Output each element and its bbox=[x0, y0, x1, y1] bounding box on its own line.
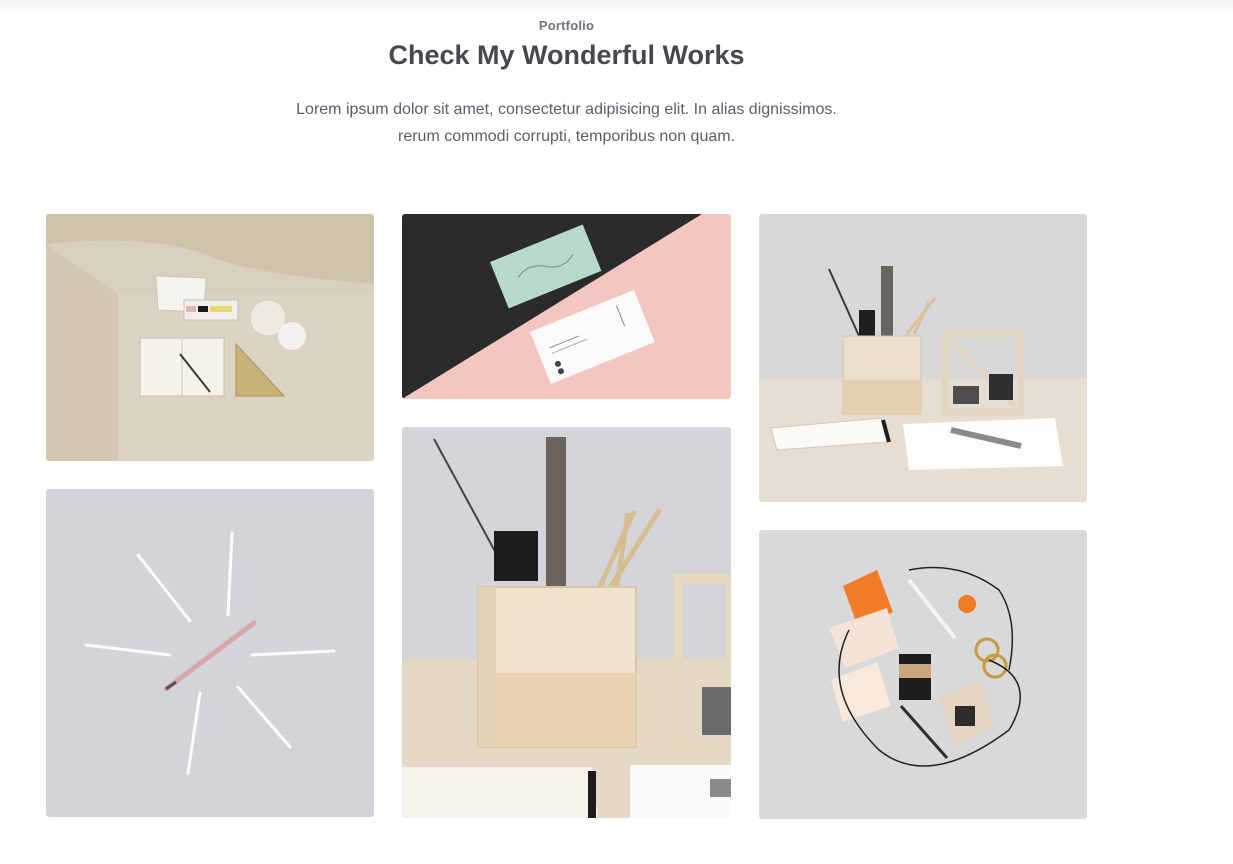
portfolio-item-pencils-circle[interactable] bbox=[46, 489, 374, 817]
section-title: Check My Wonderful Works bbox=[388, 40, 745, 70]
business-cards-image bbox=[402, 214, 731, 399]
description-line-2: rerum commodi corrupti, temporibus non q… bbox=[397, 128, 736, 145]
portfolio-item-pencil-holder[interactable] bbox=[759, 214, 1087, 502]
portfolio-item-business-cards[interactable] bbox=[402, 214, 731, 399]
portfolio-item-wooden-box[interactable] bbox=[402, 427, 731, 818]
pencil-holder-image bbox=[759, 214, 1087, 502]
section-description: Lorem ipsum dolor sit amet, consectetur … bbox=[240, 96, 893, 150]
stationery-flatlay-image bbox=[759, 530, 1087, 819]
portfolio-item-desk-flatlay[interactable] bbox=[46, 214, 374, 461]
desk-flatlay-image bbox=[46, 214, 374, 461]
description-line-1: Lorem ipsum dolor sit amet, consectetur … bbox=[296, 101, 837, 118]
header-shadow bbox=[0, 0, 1233, 14]
pencils-circle-image bbox=[46, 489, 374, 817]
section-eyebrow: Portfolio bbox=[538, 18, 595, 33]
portfolio-item-stationery-flatlay[interactable] bbox=[759, 530, 1087, 819]
wooden-box-image bbox=[402, 427, 731, 818]
